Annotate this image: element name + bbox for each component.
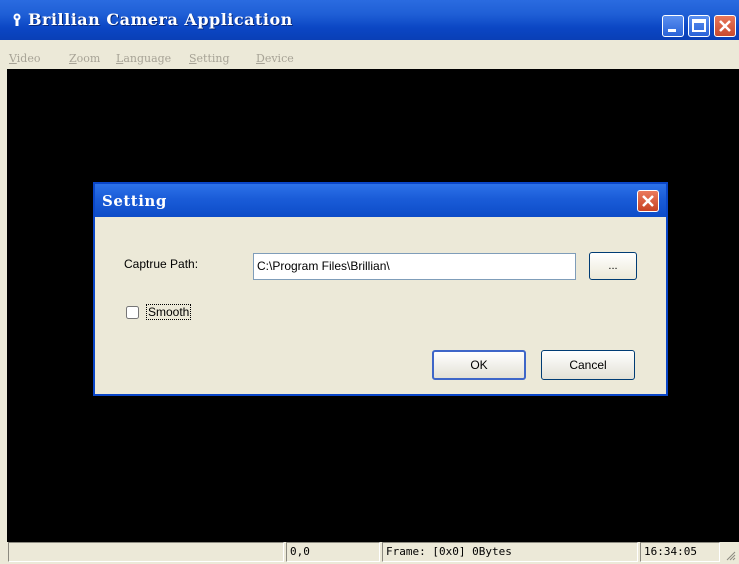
close-icon — [719, 20, 731, 32]
menu-language[interactable]: Language — [116, 52, 171, 65]
close-button[interactable] — [714, 15, 736, 37]
window-title: Brillian Camera Application — [28, 10, 293, 29]
ok-button[interactable]: OK — [432, 350, 526, 380]
menu-zoom[interactable]: Zoom — [69, 52, 100, 65]
browse-button[interactable]: ... — [589, 252, 637, 280]
status-pane-time: 16:34:05 — [640, 542, 720, 562]
status-pane-coords: 0,0 — [286, 542, 380, 562]
setting-dialog: Setting Captrue Path: C:\Program Files\B… — [93, 182, 668, 396]
title-bar[interactable]: Brillian Camera Application — [0, 0, 739, 40]
menu-video[interactable]: Video — [9, 52, 40, 65]
status-bar: 0,0 Frame: [0x0] 0Bytes 16:34:05 — [0, 542, 739, 564]
menu-setting[interactable]: Setting — [189, 52, 230, 65]
close-icon — [642, 195, 654, 207]
resize-grip-icon[interactable] — [726, 551, 736, 561]
minimize-icon — [668, 29, 676, 32]
menu-bar: Video Zoom Language Setting Device — [0, 40, 739, 69]
dialog-title-bar[interactable]: Setting — [95, 184, 666, 217]
cancel-button[interactable]: Cancel — [541, 350, 635, 380]
dialog-close-button[interactable] — [637, 190, 659, 212]
menu-device[interactable]: Device — [256, 52, 294, 65]
status-pane-message — [8, 542, 284, 562]
status-pane-frame: Frame: [0x0] 0Bytes — [382, 542, 638, 562]
minimize-button[interactable] — [662, 15, 684, 37]
app-camera-icon — [13, 13, 21, 26]
smooth-label[interactable]: Smooth — [146, 304, 192, 320]
maximize-icon — [692, 19, 706, 32]
dialog-title: Setting — [102, 192, 167, 210]
maximize-button[interactable] — [688, 15, 710, 37]
capture-path-input[interactable]: C:\Program Files\Brillian\ — [253, 253, 576, 280]
smooth-checkbox[interactable] — [126, 306, 139, 319]
capture-path-label: Captrue Path: — [124, 257, 199, 271]
